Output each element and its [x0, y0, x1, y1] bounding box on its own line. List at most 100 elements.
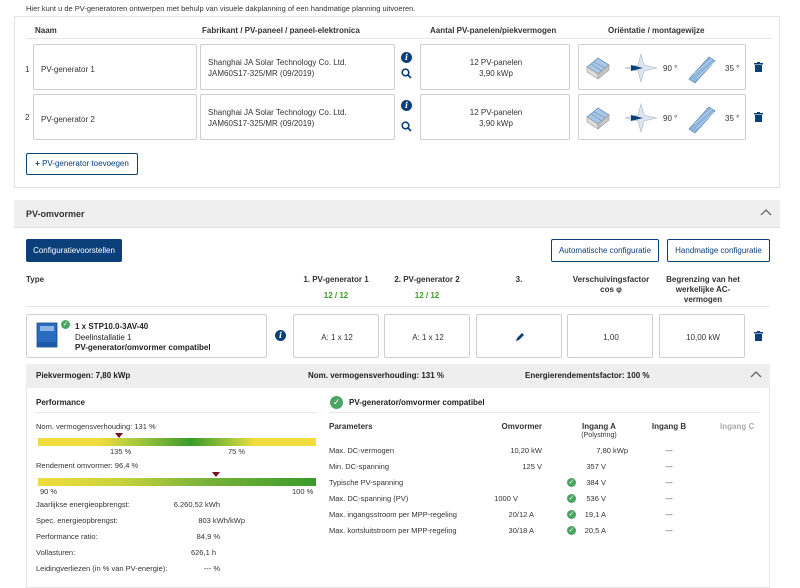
gen1-assignment-field[interactable]: A: 1 x 12 [293, 314, 379, 358]
compat-input-a-value: 536 V [586, 494, 606, 503]
compass-icon [624, 52, 658, 84]
compat-param: Min. DC-spanning [329, 462, 390, 471]
gen3-assignment-field[interactable] [476, 314, 562, 358]
panel-count-field[interactable]: 12 PV-panelen 3,90 kWp [420, 44, 570, 90]
info-icon[interactable]: i [401, 52, 412, 63]
compat-header-param: Parameters [329, 422, 373, 431]
tilt-panel-icon [688, 56, 716, 83]
cos-phi-field[interactable]: 1,00 [567, 314, 653, 358]
gen1-assignment: A: 1 x 12 [321, 333, 353, 342]
search-icon[interactable] [401, 68, 412, 82]
house-icon [586, 57, 610, 80]
gen2-count: 12 / 12 [414, 291, 440, 300]
ac-limit-field[interactable]: 10,00 kW [659, 314, 745, 358]
chevron-up-icon[interactable] [760, 208, 772, 218]
stat-value: --- % [203, 564, 220, 573]
peak-power: 3,90 kWp [479, 69, 513, 78]
header-name: Naam [35, 26, 57, 35]
header-gen2: 2. PV-generator 2 [394, 275, 460, 284]
ratio-bar [38, 438, 316, 446]
peak-power: 3,90 kWp [479, 119, 513, 128]
tilt-value: 35 ° [725, 114, 740, 123]
compat-header-input-b: Ingang B [651, 422, 687, 431]
header-type: Type [26, 275, 45, 284]
compat-inverter-value: 1000 V [494, 494, 518, 503]
trash-icon[interactable] [754, 62, 763, 74]
compat-input-b-value: --- [665, 510, 673, 519]
compat-inverter-value: 10,20 kW [510, 446, 542, 455]
efficiency-label: Rendement omvormer: 96,4 % [36, 461, 139, 470]
check-icon: ✓ [61, 320, 70, 329]
compat-header-inverter: Omvormer [501, 422, 542, 431]
compatibility-label: PV-generator/omvormer compatibel [75, 343, 211, 352]
generator-name-field[interactable]: PV-generator 1 [33, 44, 197, 90]
compat-param: Max. kortsluitstroom per MPP-regeling [329, 526, 457, 535]
compat-input-b-value: --- [665, 462, 673, 471]
row-number: 1 [25, 65, 30, 74]
yield-factor-summary: Energierendementsfactor: 100 % [525, 371, 650, 380]
inverter-type-field[interactable]: ✓ 1 x STP10.0-3AV-40 Deelinstallatie 1 P… [26, 314, 267, 358]
info-icon[interactable]: i [275, 330, 286, 341]
manufacturer-value: Shanghai JA Solar Technology Co. Ltd. [208, 108, 347, 117]
tilt-panel-icon [688, 106, 716, 133]
compat-param: Typische PV-spanning [329, 478, 404, 487]
compat-input-a-value: 384 V [586, 478, 606, 487]
auto-config-button[interactable]: Automatische configuratie [551, 239, 659, 262]
compat-divider [329, 412, 760, 413]
search-icon[interactable] [401, 121, 412, 135]
efficiency-min: 90 % [40, 487, 58, 496]
compat-header-input-c: Ingang C [720, 422, 755, 431]
compat-header-input-a: Ingang A [582, 422, 616, 431]
row-number: 2 [25, 113, 30, 122]
stat-value: 626,1 h [190, 548, 216, 557]
compat-inverter-value: 125 V [522, 462, 542, 471]
ratio-label: Nom. vermogensverhouding: 131 % [36, 422, 156, 431]
ac-limit-value: 10,00 kW [686, 333, 720, 342]
trash-icon[interactable] [754, 331, 763, 343]
header-count: Aantal PV-panelen/piekvermogen [430, 26, 557, 35]
intro-text: Hier kunt u de PV-generatoren ontwerpen … [26, 4, 416, 13]
compat-input-a-value: 20,5 A [584, 526, 606, 535]
orientation-field[interactable]: 90 ° 35 ° [578, 94, 746, 140]
header-manufacturer: Fabrikant / PV-paneel / paneel-elektroni… [202, 26, 360, 35]
gen2-assignment-field[interactable]: A: 1 x 12 [384, 314, 470, 358]
check-icon: ✓ [330, 396, 343, 409]
stat-value: 803 kWh/kWp [198, 516, 245, 525]
efficiency-marker [212, 472, 220, 477]
inverter-device-icon [36, 322, 58, 348]
panel-count: 12 PV-panelen [469, 108, 523, 117]
add-generator-button[interactable]: + PV-generator toevoegen [26, 153, 138, 175]
chevron-up-icon[interactable] [750, 370, 762, 380]
header-ac-limit: Begrenzing van het werkelijke AC-vermoge… [666, 275, 740, 304]
add-generator-label: PV-generator toevoegen [42, 159, 129, 168]
cos-phi-value: 1,00 [603, 333, 619, 342]
performance-title: Performance [36, 398, 85, 407]
generator-name-field[interactable]: PV-generator 2 [33, 94, 197, 140]
manual-config-button[interactable]: Handmatige configuratie [667, 239, 770, 262]
stat-label: Performance ratio: [36, 532, 98, 541]
panel-count: 12 PV-panelen [469, 58, 523, 67]
table-divider [26, 306, 770, 307]
panel-count-field[interactable]: 12 PV-panelen 3,90 kWp [420, 94, 570, 140]
manufacturer-field[interactable]: Shanghai JA Solar Technology Co. Ltd. JA… [200, 44, 395, 90]
header-gen1: 1. PV-generator 1 [303, 275, 369, 284]
stat-value: 84,9 % [196, 532, 220, 541]
compat-param: Max. DC-spanning (PV) [329, 494, 409, 503]
gen2-assignment: A: 1 x 12 [412, 333, 444, 342]
orientation-field[interactable]: 90 ° 35 ° [578, 44, 746, 90]
header-gen3: 3. [515, 275, 523, 284]
pencil-icon[interactable] [515, 332, 525, 342]
info-icon[interactable]: i [401, 100, 412, 111]
peak-power-summary: Piekvermogen: 7,80 kWp [36, 371, 131, 380]
azimuth-value: 90 ° [663, 64, 678, 73]
manufacturer-field[interactable]: Shanghai JA Solar Technology Co. Ltd. JA… [200, 94, 395, 140]
compat-title: PV-generator/omvormer compatibel [349, 398, 485, 407]
compat-param: Max. ingangsstroom per MPP-regeling [329, 510, 457, 519]
config-suggestions-button[interactable]: Configuratievoorstellen [26, 239, 122, 262]
gen1-count: 12 / 12 [323, 291, 349, 300]
compat-input-b-value: --- [665, 526, 673, 535]
compat-inverter-value: 30/18 A [508, 526, 534, 535]
inverter-section-header[interactable] [14, 200, 780, 228]
stat-label: Jaarlijkse energieopbrengst: [36, 500, 130, 509]
trash-icon[interactable] [754, 112, 763, 124]
